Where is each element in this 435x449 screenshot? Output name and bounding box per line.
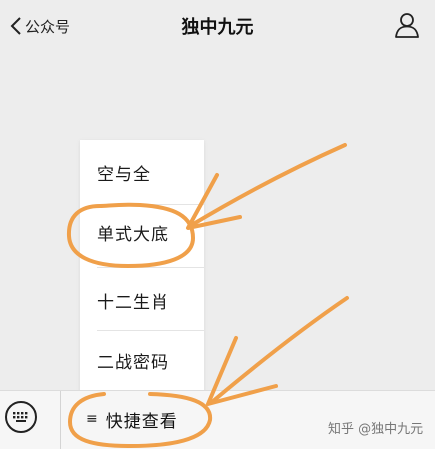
quick-view-button[interactable]: ≡ 快捷查看 — [86, 407, 178, 432]
quick-view-label: 快捷查看 — [105, 411, 178, 432]
person-icon — [395, 13, 419, 38]
menu-item-kong-yu-quan[interactable]: 空与全 — [80, 142, 204, 202]
page-title: 独中九元 — [181, 17, 254, 38]
menu-item-label: 空与全 — [97, 164, 151, 185]
menu-item-dan-shi-da-di[interactable]: 单式大底 — [80, 202, 204, 262]
keyboard-toggle-button[interactable] — [5, 401, 37, 433]
menu-lines-icon: ≡ — [86, 411, 98, 427]
annotation-arrow-upper — [188, 143, 347, 228]
nav-bar: 公众号 独中九元 — [0, 0, 435, 52]
menu-divider — [97, 267, 204, 268]
watermark: 知乎 @独中九元 — [328, 422, 424, 437]
menu-item-er-zhan-mi-ma[interactable]: 二战密码 — [80, 330, 204, 390]
menu-item-shi-er-sheng-xiao[interactable]: 十二生肖 — [80, 270, 204, 330]
menu-item-label: 二战密码 — [97, 352, 169, 373]
quick-view-menu: 空与全 单式大底 十二生肖 二战密码 — [80, 140, 204, 394]
profile-button[interactable] — [395, 12, 419, 42]
bar-divider — [60, 391, 61, 449]
menu-item-label: 十二生肖 — [97, 292, 169, 313]
annotation-arrow-lower — [210, 296, 349, 404]
menu-item-label: 单式大底 — [97, 224, 169, 245]
annotation-overlay — [66, 143, 349, 448]
keyboard-icon — [13, 412, 28, 422]
